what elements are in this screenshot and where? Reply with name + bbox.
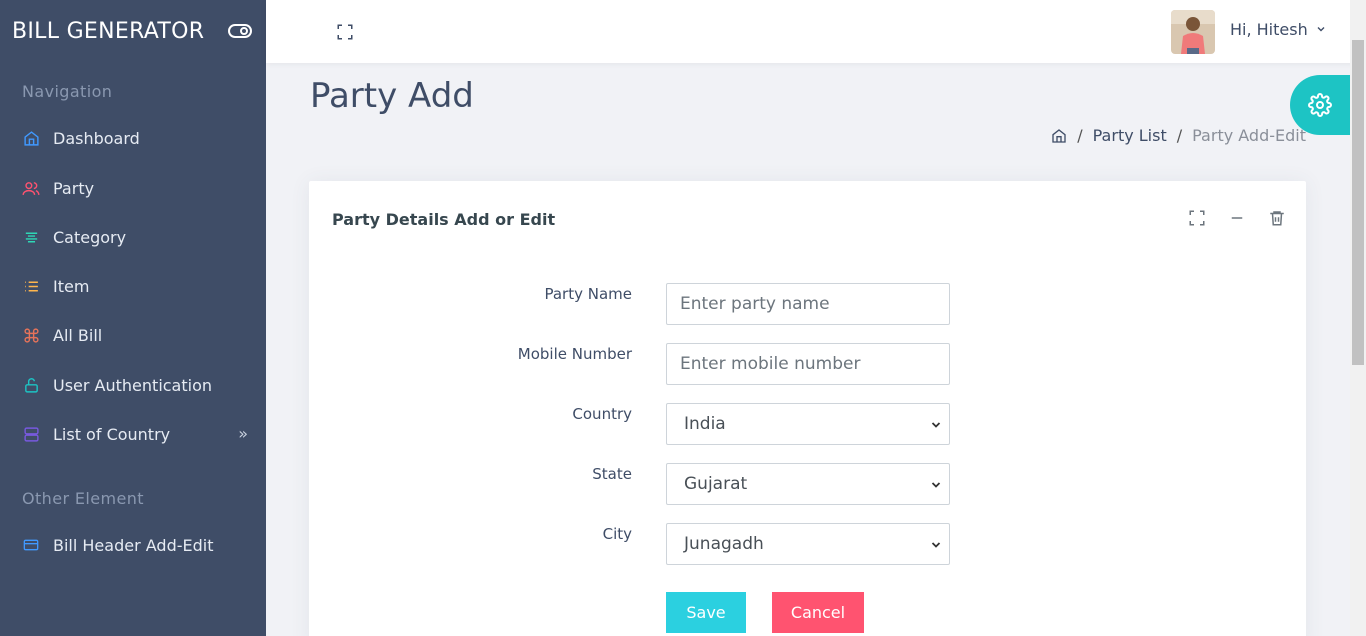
breadcrumb-current: Party Add-Edit (1192, 126, 1306, 145)
sidebar-item-user-authentication[interactable]: User Authentication (0, 365, 266, 405)
nav-caption-navigation: Navigation (22, 82, 113, 101)
align-center-icon (22, 228, 40, 246)
sidebar-item-label: Category (53, 227, 127, 247)
country-selected-value: India (684, 414, 726, 434)
card-title: Party Details Add or Edit (332, 210, 556, 229)
sidebar-item-party[interactable]: Party (0, 168, 266, 208)
card-tools (1188, 209, 1286, 227)
party-name-input[interactable] (666, 283, 950, 325)
chevron-down-icon (931, 482, 941, 488)
minus-icon[interactable] (1228, 209, 1246, 227)
state-select[interactable]: Gujarat (666, 463, 950, 505)
sidebar-item-label: All Bill (53, 325, 103, 345)
top-header: Hi, Hitesh (266, 0, 1366, 63)
sidebar-item-all-bill[interactable]: All Bill (0, 315, 266, 355)
home-icon (22, 129, 40, 147)
city-selected-value: Junagadh (684, 534, 764, 554)
city-select[interactable]: Junagadh (666, 523, 950, 565)
sidebar: BILL GENERATOR Navigation Dashboard Part… (0, 0, 266, 636)
chevron-down-icon (931, 542, 941, 548)
sidebar-item-label: List of Country (53, 424, 171, 444)
users-icon (22, 179, 40, 197)
mobile-number-label: Mobile Number (517, 345, 632, 363)
list-icon (22, 277, 40, 295)
sidebar-item-label: Bill Header Add-Edit (53, 535, 214, 555)
page-title: Party Add (310, 76, 474, 116)
mobile-number-input[interactable] (666, 343, 950, 385)
brand-name: BILL GENERATOR (12, 19, 205, 44)
chevrons-right-icon: » (238, 424, 248, 443)
credit-card-icon (22, 536, 40, 554)
home-icon[interactable] (1051, 128, 1067, 144)
breadcrumb-party-list[interactable]: Party List (1093, 126, 1167, 145)
command-icon (22, 326, 40, 344)
breadcrumb-separator: / (1176, 126, 1183, 145)
page-scrollbar[interactable] (1350, 0, 1366, 636)
sidebar-item-category[interactable]: Category (0, 217, 266, 257)
state-selected-value: Gujarat (684, 474, 748, 494)
scrollbar-thumb[interactable] (1352, 40, 1364, 365)
gear-icon (1308, 93, 1332, 117)
sidebar-item-dashboard[interactable]: Dashboard (0, 118, 266, 158)
city-label: City (602, 525, 632, 543)
sidebar-item-bill-header[interactable]: Bill Header Add-Edit (0, 525, 266, 565)
breadcrumb: / Party List / Party Add-Edit (1051, 126, 1306, 145)
toggle-icon[interactable] (228, 22, 252, 40)
party-details-card: Party Details Add or Edit Party Name Mob… (309, 181, 1306, 636)
country-select[interactable]: India (666, 403, 950, 445)
avatar[interactable] (1171, 10, 1215, 54)
sidebar-item-label: Item (53, 276, 90, 296)
brand: BILL GENERATOR (0, 0, 266, 63)
save-button[interactable]: Save (666, 592, 746, 633)
sidebar-item-label: User Authentication (53, 375, 213, 395)
user-greeting[interactable]: Hi, Hitesh (1230, 20, 1308, 39)
maximize-icon[interactable] (1188, 209, 1206, 227)
unlock-icon (22, 376, 40, 394)
nav-caption-other-element: Other Element (22, 489, 144, 508)
country-label: Country (572, 405, 632, 423)
cancel-button[interactable]: Cancel (772, 592, 864, 633)
server-icon (22, 425, 40, 443)
chevron-down-icon[interactable] (1316, 24, 1326, 34)
sidebar-item-item[interactable]: Item (0, 266, 266, 306)
party-name-label: Party Name (544, 285, 632, 303)
state-label: State (592, 465, 632, 483)
breadcrumb-separator: / (1077, 126, 1083, 145)
sidebar-item-list-of-country[interactable]: List of Country » (0, 414, 266, 454)
maximize-icon[interactable] (336, 23, 354, 41)
trash-icon[interactable] (1268, 209, 1286, 227)
sidebar-item-label: Party (53, 178, 95, 198)
chevron-down-icon (931, 422, 941, 428)
sidebar-item-label: Dashboard (53, 128, 140, 148)
